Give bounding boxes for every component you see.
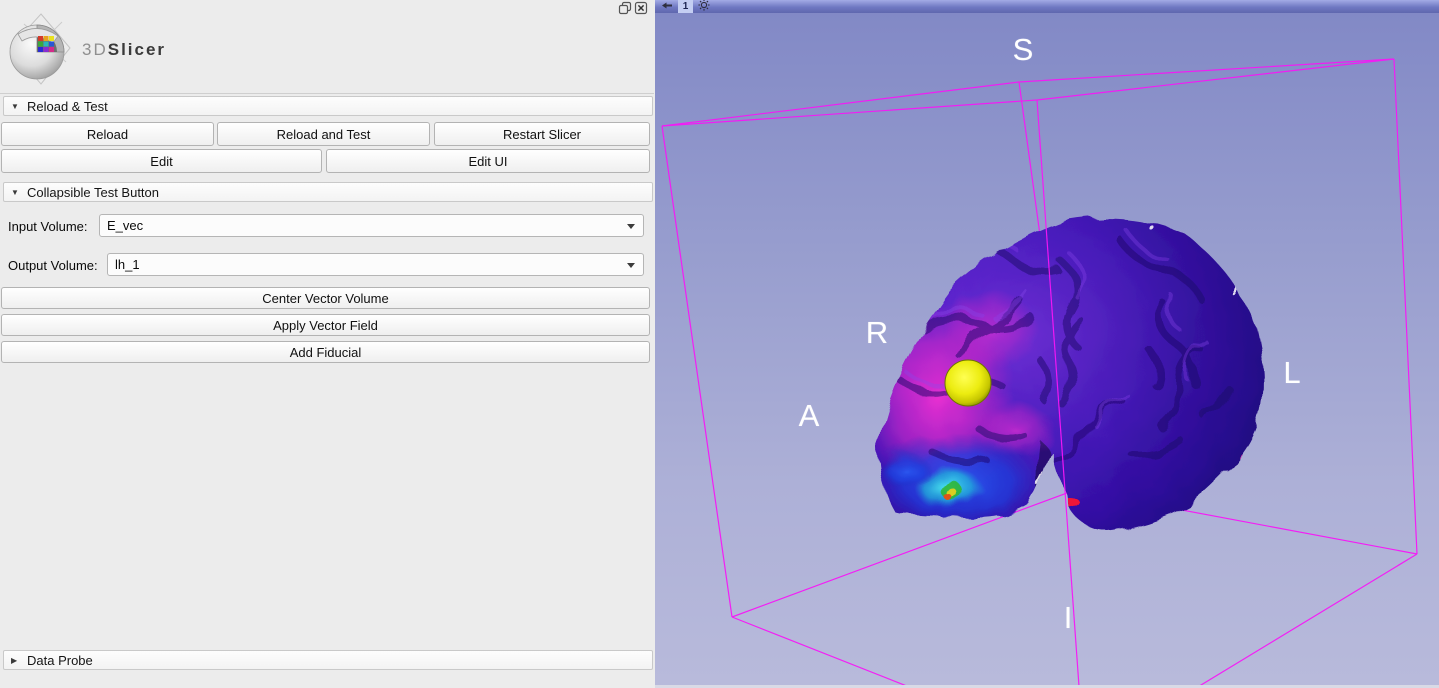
slicer-logo-icon — [4, 10, 78, 90]
section-title: Data Probe — [27, 653, 93, 668]
brain-surface-model — [860, 200, 1280, 540]
center-vector-volume-button[interactable]: Center Vector Volume — [1, 287, 650, 309]
add-fiducial-button[interactable]: Add Fiducial — [1, 341, 650, 363]
collapse-closed-icon: ▶ — [11, 656, 27, 665]
view-name-tab[interactable]: 1 — [678, 0, 693, 13]
app-title: 3DSlicer — [82, 40, 166, 60]
panel-window-controls — [618, 1, 648, 15]
apply-vector-field-button[interactable]: Apply Vector Field — [1, 314, 650, 336]
output-volume-combobox[interactable]: lh_1 — [107, 253, 644, 276]
activation-red-spot — [1057, 496, 1079, 508]
threed-scene — [655, 13, 1439, 685]
reload-and-test-button[interactable]: Reload and Test — [217, 122, 430, 146]
section-header-reload-test[interactable]: ▼ Reload & Test — [3, 96, 653, 116]
collapse-open-icon: ▼ — [11, 188, 27, 197]
output-volume-value: lh_1 — [115, 257, 140, 272]
logo-color-grid — [38, 36, 54, 52]
module-panel: 3DSlicer ▼ Reload & Test Reload Reload a… — [0, 0, 654, 688]
output-volume-label: Output Volume: — [8, 258, 98, 273]
restart-slicer-button[interactable]: Restart Slicer — [434, 122, 650, 146]
section-header-data-probe[interactable]: ▶ Data Probe — [3, 650, 653, 670]
close-panel-icon[interactable] — [634, 1, 648, 15]
dropdown-arrow-icon — [627, 263, 635, 268]
threed-view: 1 — [660, 0, 1439, 688]
reload-button[interactable]: Reload — [1, 122, 214, 146]
section-title: Reload & Test — [27, 99, 108, 114]
threed-view-controller-bar: 1 — [655, 0, 1439, 13]
slicer-logo: 3DSlicer — [4, 8, 166, 92]
input-volume-combobox[interactable]: E_vec — [99, 214, 644, 237]
edit-ui-button[interactable]: Edit UI — [326, 149, 650, 173]
edit-button[interactable]: Edit — [1, 149, 322, 173]
dropdown-arrow-icon — [627, 224, 635, 229]
input-volume-value: E_vec — [107, 218, 143, 233]
fiducial-marker[interactable] — [945, 360, 991, 406]
panel-divider — [0, 93, 654, 94]
collapse-open-icon: ▼ — [11, 102, 27, 111]
float-panel-icon[interactable] — [618, 1, 632, 15]
section-header-collapsible-test[interactable]: ▼ Collapsible Test Button — [3, 182, 653, 202]
section-title: Collapsible Test Button — [27, 185, 159, 200]
input-volume-label: Input Volume: — [8, 219, 88, 234]
threed-viewport[interactable]: S R A L I — [655, 13, 1439, 685]
